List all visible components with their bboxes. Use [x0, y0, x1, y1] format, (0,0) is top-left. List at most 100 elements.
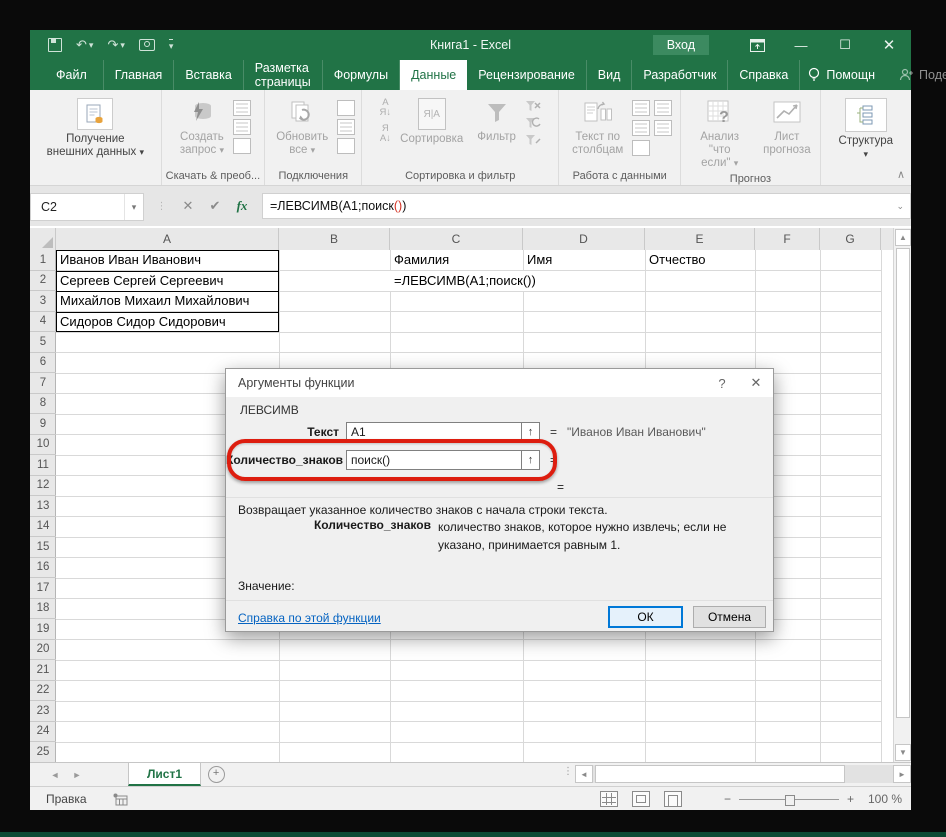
- new-query-button[interactable]: Создать запрос ▾: [175, 96, 229, 159]
- save-icon[interactable]: [48, 38, 62, 52]
- tab-formulas[interactable]: Формулы: [323, 60, 401, 90]
- tab-home[interactable]: Главная: [104, 60, 175, 90]
- what-if-button[interactable]: ? Анализ "что если" ▾: [685, 96, 754, 172]
- formula-bar-handle[interactable]: ⋮: [148, 193, 174, 219]
- row-header-20[interactable]: 20: [30, 640, 56, 660]
- tell-me[interactable]: Помощн: [808, 60, 875, 90]
- cancel-icon[interactable]: ✕: [175, 193, 201, 219]
- from-table-icon[interactable]: [233, 119, 251, 135]
- column-header-g[interactable]: G: [820, 228, 881, 250]
- horizontal-scrollbar[interactable]: ◄ ►: [575, 764, 911, 784]
- sort-za-icon[interactable]: Я А↓: [380, 124, 392, 144]
- row-header-14[interactable]: 14: [30, 517, 56, 537]
- tab-file[interactable]: Файл: [40, 60, 104, 90]
- dialog-close-icon[interactable]: ✕: [739, 369, 773, 397]
- row-header-19[interactable]: 19: [30, 619, 56, 640]
- consolidate-icon[interactable]: [654, 100, 673, 116]
- row-header-8[interactable]: 8: [30, 394, 56, 414]
- text-to-columns-button[interactable]: Текст по столбцам: [567, 96, 628, 159]
- column-header-e[interactable]: E: [645, 228, 755, 250]
- share-button[interactable]: Поделиться: [899, 60, 946, 90]
- tab-data[interactable]: Данные: [400, 60, 468, 90]
- macro-record-icon[interactable]: [113, 793, 128, 806]
- row-header-10[interactable]: 10: [30, 435, 56, 455]
- close-icon[interactable]: ✕: [867, 30, 911, 60]
- vertical-scrollbar[interactable]: ▲ ▼: [893, 228, 911, 762]
- name-box-dropdown-icon[interactable]: ▾: [124, 194, 143, 220]
- zoom-slider-thumb[interactable]: [785, 794, 796, 806]
- cell-a4[interactable]: Сидоров Сидор Сидорович: [56, 312, 226, 333]
- collapse-dialog-icon[interactable]: ↑: [522, 422, 540, 442]
- tab-help[interactable]: Справка: [728, 60, 801, 90]
- tab-insert[interactable]: Вставка: [174, 60, 244, 90]
- ribbon-display-icon[interactable]: [735, 30, 779, 60]
- cell-c1[interactable]: Фамилия: [390, 250, 449, 271]
- tab-developer[interactable]: Разработчик: [632, 60, 729, 90]
- sheet-tab-sheet1[interactable]: Лист1: [128, 763, 202, 786]
- row-header-17[interactable]: 17: [30, 578, 56, 599]
- insert-function-icon[interactable]: fx: [229, 193, 255, 219]
- cell-d1[interactable]: Имя: [523, 250, 552, 271]
- ok-button[interactable]: ОК: [608, 606, 683, 628]
- row-header-3[interactable]: 3: [30, 291, 56, 312]
- row-header-21[interactable]: 21: [30, 660, 56, 681]
- undo-icon[interactable]: ↶ ▾: [76, 37, 93, 53]
- column-header-d[interactable]: D: [523, 228, 645, 250]
- cell-a2[interactable]: Сергеев Сергей Сергеевич: [56, 271, 223, 292]
- vertical-scroll-thumb[interactable]: [896, 248, 910, 718]
- view-normal-icon[interactable]: [600, 791, 618, 807]
- sort-az-icon[interactable]: А Я↓: [380, 98, 392, 118]
- scroll-right-icon[interactable]: ►: [893, 765, 911, 783]
- dialog-title-bar[interactable]: Аргументы функции ? ✕: [226, 369, 773, 397]
- redo-icon[interactable]: ↷ ▾: [107, 37, 124, 53]
- scroll-left-icon[interactable]: ◄: [575, 765, 593, 783]
- horizontal-scroll-thumb[interactable]: [595, 765, 845, 783]
- get-external-data-button[interactable]: Получение внешних данных ▾: [42, 96, 149, 161]
- cell-e1[interactable]: Отчество: [645, 250, 706, 271]
- zoom-out-icon[interactable]: −: [724, 792, 731, 806]
- tab-review[interactable]: Рецензирование: [467, 60, 587, 90]
- sort-button[interactable]: Я|А Сортировка: [395, 96, 468, 148]
- arg-input-text[interactable]: A1: [346, 422, 522, 442]
- cell-a3[interactable]: Михайлов Михаил Михайлович: [56, 291, 249, 312]
- forecast-sheet-button[interactable]: Лист прогноза: [758, 96, 816, 159]
- row-header-24[interactable]: 24: [30, 722, 56, 742]
- collapse-ribbon-icon[interactable]: ∧: [897, 168, 905, 181]
- filter-button[interactable]: Фильтр: [472, 96, 521, 146]
- cell-c2-editing[interactable]: =ЛЕВСИМВ(A1;поиск()): [390, 270, 536, 291]
- row-header-23[interactable]: 23: [30, 701, 56, 722]
- column-header-b[interactable]: B: [279, 228, 390, 250]
- cancel-button[interactable]: Отмена: [693, 606, 766, 628]
- select-all-corner[interactable]: [30, 228, 56, 250]
- view-page-layout-icon[interactable]: [632, 791, 650, 807]
- clear-filter-icon[interactable]: [525, 100, 541, 112]
- data-validation-icon[interactable]: [632, 140, 651, 156]
- row-header-4[interactable]: 4: [30, 312, 56, 332]
- connections-icon[interactable]: [337, 100, 356, 116]
- edit-links-icon[interactable]: [337, 138, 356, 154]
- maximize-icon[interactable]: ☐: [823, 30, 867, 60]
- recent-sources-icon[interactable]: [233, 138, 251, 154]
- column-header-c[interactable]: C: [390, 228, 523, 250]
- row-header-22[interactable]: 22: [30, 681, 56, 701]
- name-box[interactable]: C2 ▾: [30, 193, 144, 221]
- row-header-6[interactable]: 6: [30, 353, 56, 373]
- row-header-13[interactable]: 13: [30, 496, 56, 517]
- outline-button[interactable]: Структура ▾: [834, 96, 899, 163]
- collapse-dialog-icon[interactable]: ↑: [522, 450, 540, 470]
- column-header-a[interactable]: A: [56, 228, 279, 250]
- signin-button[interactable]: Вход: [652, 35, 709, 55]
- zoom-slider[interactable]: [739, 794, 840, 806]
- formula-input[interactable]: =ЛЕВСИМВ(A1;поиск()) ⌄: [262, 193, 911, 219]
- remove-duplicates-icon[interactable]: [632, 120, 651, 136]
- relationships-icon[interactable]: [654, 120, 673, 136]
- add-sheet-button[interactable]: +: [201, 763, 231, 786]
- row-header-18[interactable]: 18: [30, 599, 56, 619]
- zoom-level[interactable]: 100 %: [868, 787, 902, 811]
- minimize-icon[interactable]: —: [779, 30, 823, 60]
- arg-input-num-chars[interactable]: поиск(): [346, 450, 522, 470]
- flash-fill-icon[interactable]: [632, 100, 651, 116]
- tab-page-layout[interactable]: Разметка страницы: [244, 60, 323, 90]
- cell-a1[interactable]: Иванов Иван Иванович: [56, 250, 201, 271]
- refresh-all-button[interactable]: Обновить все ▾: [271, 96, 333, 159]
